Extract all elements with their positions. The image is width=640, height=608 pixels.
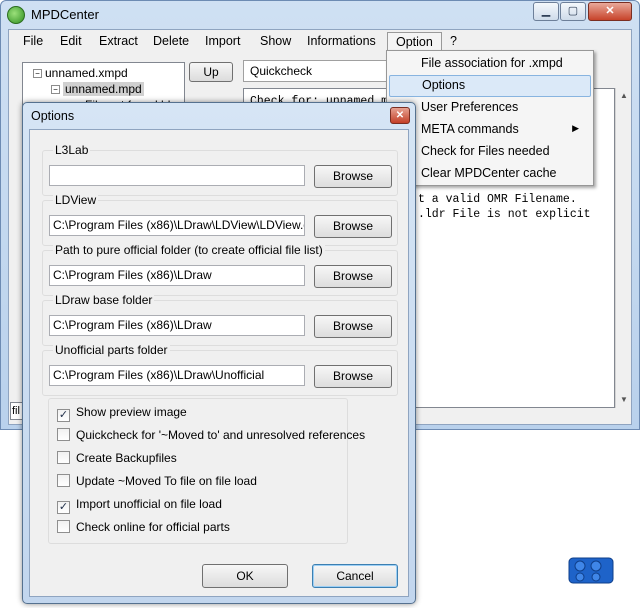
menu-item-label: META commands: [421, 122, 519, 136]
checkbox-label: Update ~Moved To file on file load: [76, 474, 257, 488]
checkbox-icon[interactable]: [57, 520, 70, 533]
menu-informations[interactable]: Informations: [307, 34, 376, 48]
group-label: LDraw base folder: [53, 293, 155, 307]
browse-button[interactable]: Browse: [314, 165, 392, 188]
dialog-close-button[interactable]: ✕: [390, 107, 410, 124]
group-l3lab: L3Lab Browse: [42, 143, 398, 196]
checkbox-icon[interactable]: ✓: [57, 409, 70, 422]
collapse-icon[interactable]: −: [33, 69, 42, 78]
ldview-path-input[interactable]: C:\Program Files (x86)\LDraw\LDView\LDVi…: [49, 215, 305, 236]
dialog-title: Options: [31, 109, 75, 123]
option-menu-dropdown: File association for .xmpd Options User …: [386, 50, 594, 186]
tree-item[interactable]: − unnamed.mpd: [51, 82, 144, 96]
menu-item-user-preferences[interactable]: User Preferences: [389, 97, 591, 119]
checkbox-icon[interactable]: [57, 428, 70, 441]
output-line: t a valid OMR Filename.: [418, 193, 577, 206]
window-title: MPDCenter: [31, 7, 99, 22]
checkbox-label: Import unofficial on file load: [76, 497, 222, 511]
group-ldview: LDView C:\Program Files (x86)\LDraw\LDVi…: [42, 193, 398, 246]
options-checkbox-group: ✓ Show preview image Quickcheck for '~Mov…: [48, 398, 365, 544]
checkbox-icon[interactable]: ✓: [57, 501, 70, 514]
maximize-icon: ▢: [567, 5, 579, 17]
lego-brick-icon: [568, 557, 614, 584]
menu-show[interactable]: Show: [260, 34, 291, 48]
vertical-scrollbar[interactable]: ▲ ▼: [615, 88, 631, 408]
cancel-button[interactable]: Cancel: [312, 564, 398, 588]
dialog-body: L3Lab Browse LDView C:\Program Files (x8…: [29, 129, 409, 597]
menu-file[interactable]: File: [23, 34, 43, 48]
official-folder-input[interactable]: C:\Program Files (x86)\LDraw: [49, 265, 305, 286]
menu-help[interactable]: ?: [450, 34, 457, 48]
group-label: Path to pure official folder (to create …: [53, 243, 325, 257]
browse-button[interactable]: Browse: [314, 365, 392, 388]
ok-button[interactable]: OK: [202, 564, 288, 588]
checkbox-label: Quickcheck for '~Moved to' and unresolve…: [76, 428, 366, 442]
tab-quickcheck[interactable]: Quickcheck: [243, 60, 393, 82]
menu-item-clear-cache[interactable]: Clear MPDCenter cache: [389, 163, 591, 185]
browse-button[interactable]: Browse: [314, 215, 392, 238]
group-unofficial: Unofficial parts folder C:\Program Files…: [42, 343, 398, 396]
close-icon: ✕: [605, 5, 615, 17]
checkbox-create-backup[interactable]: Create Backupfiles: [57, 451, 177, 465]
checkbox-label: Create Backupfiles: [76, 451, 177, 465]
output-line: .ldr File is not explicit: [418, 208, 591, 221]
browse-button[interactable]: Browse: [314, 265, 392, 288]
ldraw-base-input[interactable]: C:\Program Files (x86)\LDraw: [49, 315, 305, 336]
tree-item[interactable]: − unnamed.xmpd: [33, 66, 128, 80]
checkbox-check-online[interactable]: Check online for official parts: [57, 520, 230, 534]
checkbox-icon[interactable]: [57, 451, 70, 464]
checkbox-import-unofficial[interactable]: ✓ Import unofficial on file load: [57, 497, 222, 514]
tree-item-label: unnamed.mpd: [63, 82, 144, 96]
submenu-arrow-icon: ▶: [572, 123, 579, 133]
scroll-up-icon[interactable]: ▲: [616, 88, 632, 104]
menu-extract[interactable]: Extract: [99, 34, 138, 48]
l3lab-path-input[interactable]: [49, 165, 305, 186]
checkbox-show-preview[interactable]: ✓ Show preview image: [57, 405, 187, 422]
app-icon: [7, 6, 25, 24]
title-bar: MPDCenter ▁ ▢ ✕: [1, 1, 639, 29]
checkbox-label: Show preview image: [76, 405, 187, 419]
group-label: LDView: [53, 193, 99, 207]
group-label: Unofficial parts folder: [53, 343, 170, 357]
menu-delete[interactable]: Delete: [153, 34, 189, 48]
group-official-folder: Path to pure official folder (to create …: [42, 243, 398, 296]
scroll-down-icon[interactable]: ▼: [616, 392, 632, 408]
menu-import[interactable]: Import: [205, 34, 240, 48]
group-label: L3Lab: [53, 143, 91, 157]
maximize-button[interactable]: ▢: [560, 2, 586, 21]
checkbox-update-moved[interactable]: Update ~Moved To file on file load: [57, 474, 257, 488]
menu-item-options[interactable]: Options: [389, 75, 591, 97]
unofficial-folder-input[interactable]: C:\Program Files (x86)\LDraw\Unofficial: [49, 365, 305, 386]
close-icon: ✕: [395, 110, 405, 121]
options-dialog: Options ✕ L3Lab Browse LDView C:\Program…: [22, 102, 416, 604]
up-button[interactable]: Up: [189, 62, 233, 82]
menu-item-file-association[interactable]: File association for .xmpd: [389, 53, 591, 75]
minimize-icon: ▁: [541, 5, 551, 17]
checkbox-icon[interactable]: [57, 474, 70, 487]
checkbox-label: Check online for official parts: [76, 520, 230, 534]
browse-button[interactable]: Browse: [314, 315, 392, 338]
menu-item-meta-commands[interactable]: META commands ▶: [389, 119, 591, 141]
collapse-icon[interactable]: −: [51, 85, 60, 94]
checkbox-quickcheck-moved[interactable]: Quickcheck for '~Moved to' and unresolve…: [57, 428, 365, 442]
close-button[interactable]: ✕: [588, 2, 632, 21]
tree-item-label: unnamed.xmpd: [45, 66, 128, 80]
menu-edit[interactable]: Edit: [60, 34, 82, 48]
minimize-button[interactable]: ▁: [533, 2, 559, 21]
menu-item-check-files[interactable]: Check for Files needed: [389, 141, 591, 163]
group-ldraw-base: LDraw base folder C:\Program Files (x86)…: [42, 293, 398, 346]
